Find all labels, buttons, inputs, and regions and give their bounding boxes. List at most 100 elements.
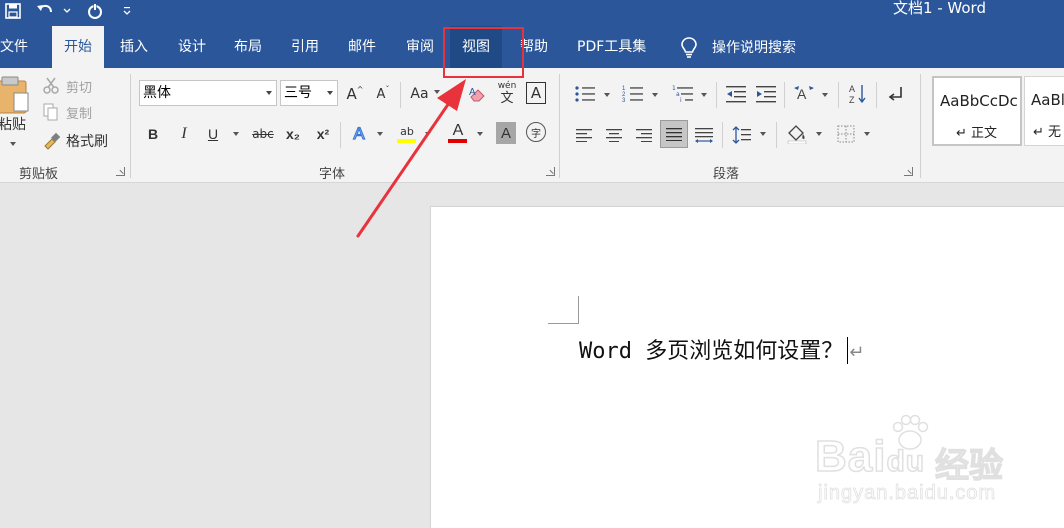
char-shading-button[interactable]: A xyxy=(496,122,516,144)
font-size-value: 三号 xyxy=(284,85,312,101)
bold-button[interactable]: B xyxy=(142,122,164,146)
multilevel-dropdown-icon[interactable] xyxy=(701,93,707,97)
tab-references[interactable]: 引用 xyxy=(279,26,331,68)
chinese-layout-dropdown-icon[interactable] xyxy=(822,93,828,97)
numbering-dropdown-icon[interactable] xyxy=(652,93,658,97)
document-title: 文档1 - Word xyxy=(892,0,986,17)
multilevel-list-button[interactable]: 1ai xyxy=(670,82,696,106)
paragraph-group-label: 段落 xyxy=(713,167,740,182)
style-normal-sample: AaBbCcDc xyxy=(940,92,1018,110)
undo-dropdown-icon[interactable] xyxy=(60,0,74,22)
numbering-button[interactable]: 123 xyxy=(620,82,646,106)
group-separator xyxy=(920,74,921,178)
tab-review[interactable]: 审阅 xyxy=(394,26,446,68)
format-painter-button[interactable]: 格式刷 xyxy=(42,130,108,152)
highlight-dropdown-icon[interactable] xyxy=(425,132,431,136)
copy-button[interactable]: 复制 xyxy=(42,102,92,122)
font-group-label: 字体 xyxy=(319,167,346,182)
subscript-button[interactable]: x₂ xyxy=(282,122,304,146)
svg-text:A: A xyxy=(797,86,807,102)
highlight-icon: ab xyxy=(400,124,414,138)
italic-button[interactable]: I xyxy=(173,122,195,146)
shading-button[interactable] xyxy=(784,122,810,146)
tab-home[interactable]: 开始 xyxy=(52,26,104,68)
sort-button[interactable]: AZ xyxy=(846,82,870,106)
font-launcher-icon[interactable] xyxy=(546,167,555,176)
clipboard-launcher-icon[interactable] xyxy=(116,167,125,176)
text-effects-dropdown-icon[interactable] xyxy=(377,132,383,136)
clear-formatting-button[interactable]: A xyxy=(466,82,490,106)
line-spacing-dropdown-icon[interactable] xyxy=(760,132,766,136)
show-marks-button[interactable] xyxy=(884,82,908,106)
scissors-icon xyxy=(43,77,59,94)
customize-qat-icon[interactable] xyxy=(120,0,134,22)
line-spacing-button[interactable] xyxy=(730,124,754,146)
paw-icon xyxy=(892,414,929,450)
align-center-button[interactable] xyxy=(602,124,626,146)
font-name-dropdown-icon[interactable] xyxy=(266,91,272,95)
paste-label: 粘贴 xyxy=(0,117,26,133)
change-case-dropdown-icon[interactable] xyxy=(433,90,440,94)
tab-mailings[interactable]: 邮件 xyxy=(336,26,388,68)
tab-file[interactable]: 文件 xyxy=(0,26,40,68)
document-body-text[interactable]: Word 多页浏览如何设置？ ↵ xyxy=(579,337,864,368)
watermark-cn: 经验 xyxy=(934,445,1003,486)
tab-insert[interactable]: 插入 xyxy=(108,26,160,68)
chinese-layout-button[interactable]: A xyxy=(792,82,816,106)
distributed-button[interactable] xyxy=(692,124,716,146)
shrink-font-icon: A xyxy=(376,86,386,102)
shading-dropdown-icon[interactable] xyxy=(816,132,822,136)
save-icon[interactable] xyxy=(2,0,24,22)
phonetic-guide-button[interactable]: wén 文 xyxy=(496,80,518,108)
paragraph-launcher-icon[interactable] xyxy=(904,167,913,176)
tab-pdf-tools[interactable]: PDF工具集 xyxy=(565,26,658,68)
grow-font-button[interactable]: A ^ xyxy=(344,82,366,106)
enclose-char-button[interactable]: 字 xyxy=(526,122,546,142)
justify-button[interactable] xyxy=(660,120,688,148)
undo-icon[interactable] xyxy=(34,0,56,22)
change-case-button[interactable]: Aa xyxy=(408,82,442,106)
copy-label: 复制 xyxy=(66,106,93,122)
superscript-button[interactable]: x² xyxy=(312,122,334,146)
enclose-char-icon: 字 xyxy=(531,128,541,140)
style-no-spacing-sample: AaBl xyxy=(1031,91,1064,109)
paste-dropdown-icon[interactable] xyxy=(10,142,16,146)
font-size-dropdown-icon[interactable] xyxy=(327,91,333,95)
format-painter-label: 格式刷 xyxy=(66,134,108,150)
redo-icon[interactable] xyxy=(84,0,106,22)
para-separator xyxy=(876,82,877,108)
align-right-button[interactable] xyxy=(632,124,656,146)
align-left-button[interactable] xyxy=(572,124,596,146)
grow-font-icon: A xyxy=(346,85,357,103)
borders-button[interactable] xyxy=(834,122,858,146)
tab-design[interactable]: 设计 xyxy=(166,26,218,68)
increase-indent-button[interactable] xyxy=(754,82,778,106)
bullets-dropdown-icon[interactable] xyxy=(604,93,610,97)
tell-me-search[interactable]: 操作说明搜索 xyxy=(680,26,796,68)
cut-button[interactable]: 剪切 xyxy=(42,76,92,96)
strikethrough-button[interactable]: abc xyxy=(250,122,276,146)
underline-button[interactable]: U xyxy=(202,122,224,146)
para-separator xyxy=(722,122,723,148)
text-effects-button[interactable]: A xyxy=(348,122,370,146)
shrink-font-button[interactable]: Aˇ xyxy=(372,82,394,106)
increase-indent-icon xyxy=(756,86,776,103)
font-name-combo[interactable]: 黑体 xyxy=(139,80,277,106)
char-shading-icon: A xyxy=(500,124,511,142)
para-separator xyxy=(716,82,717,108)
paste-icon[interactable] xyxy=(0,74,30,116)
tab-layout[interactable]: 布局 xyxy=(222,26,274,68)
bullets-button[interactable] xyxy=(572,82,598,106)
font-color-dropdown-icon[interactable] xyxy=(477,132,483,136)
char-border-button[interactable]: A xyxy=(526,82,546,104)
decrease-indent-button[interactable] xyxy=(724,82,748,106)
underline-dropdown-icon[interactable] xyxy=(233,132,239,136)
style-no-spacing[interactable]: AaBl ↵ 无 xyxy=(1024,76,1064,146)
font-name-value: 黑体 xyxy=(143,85,171,101)
font-size-combo[interactable]: 三号 xyxy=(280,80,338,106)
borders-dropdown-icon[interactable] xyxy=(864,132,870,136)
style-normal[interactable]: AaBbCcDc ↵ 正文 xyxy=(932,76,1022,146)
cut-label: 剪切 xyxy=(66,80,93,96)
paste-button[interactable]: 粘贴 xyxy=(0,114,30,134)
style-no-spacing-name: ↵ 无 xyxy=(1033,125,1062,140)
